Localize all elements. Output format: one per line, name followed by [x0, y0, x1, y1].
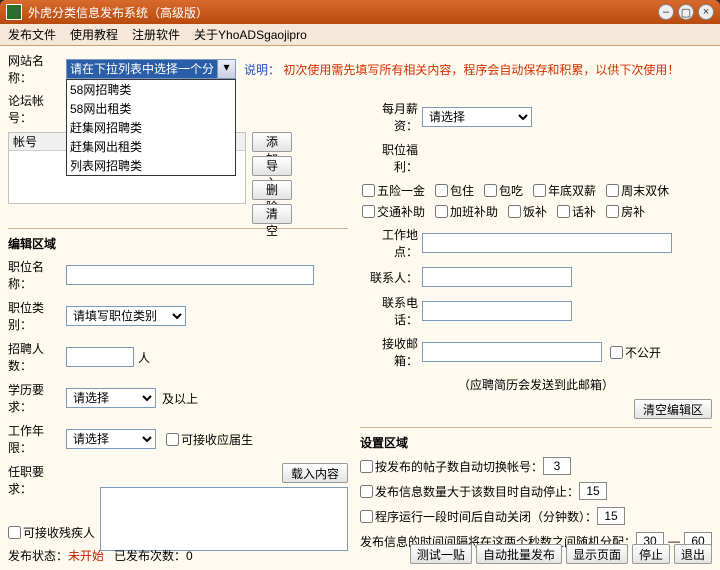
welfare-checkbox[interactable]	[362, 205, 375, 218]
dropdown-option[interactable]: 赶集网招聘类	[67, 118, 235, 137]
contact-input[interactable]	[422, 267, 572, 287]
dropdown-option[interactable]: 58网出租类	[67, 99, 235, 118]
showpage-button[interactable]: 显示页面	[566, 544, 628, 564]
settings-section-title: 设置区域	[360, 434, 712, 451]
contact-label: 联系人：	[360, 269, 422, 286]
stop-button[interactable]: 停止	[632, 544, 670, 564]
forum-label: 论坛帐号：	[8, 92, 66, 126]
title-bar: 外虎分类信息发布系统（高级版） – ▢ ×	[0, 0, 720, 24]
app-icon	[6, 4, 22, 20]
menu-about[interactable]: 关于YhoADSgaojipro	[194, 26, 307, 43]
dropdown-option[interactable]: 列表网招聘类	[67, 156, 235, 175]
minimize-button[interactable]: –	[658, 4, 674, 20]
salary-label: 每月薪资：	[360, 100, 422, 134]
welfare-group: 五险一金包住包吃年底双薪周末双休交通补助加班补助饭补话补房补	[360, 182, 712, 220]
welfare-checkbox[interactable]	[362, 184, 375, 197]
location-label: 工作地点：	[360, 226, 422, 260]
req-label: 任职要求：	[8, 463, 66, 497]
salary-select[interactable]: 请选择	[422, 107, 532, 127]
hirenum-input[interactable]	[66, 347, 134, 367]
email-label: 接收邮箱：	[360, 335, 422, 369]
setting3-value[interactable]: 15	[597, 507, 625, 525]
location-input[interactable]	[422, 233, 672, 253]
setting2-value[interactable]: 15	[579, 482, 607, 500]
welfare-checkbox[interactable]	[508, 205, 521, 218]
welfare-checkbox[interactable]	[557, 205, 570, 218]
setting3-checkbox[interactable]	[360, 510, 373, 523]
exp-select[interactable]: 请选择	[66, 429, 156, 449]
setting1-value[interactable]: 3	[543, 457, 571, 475]
clear-edit-button[interactable]: 清空编辑区	[634, 399, 712, 419]
welfare-label: 职位福利：	[360, 141, 422, 175]
jobname-label: 职位名称：	[8, 258, 66, 292]
publish-count: 0	[186, 549, 193, 563]
add-button[interactable]: 添加	[252, 132, 292, 152]
edu-label: 学历要求：	[8, 381, 66, 415]
menu-tutorial[interactable]: 使用教程	[70, 26, 118, 43]
import-button[interactable]: 导入	[252, 156, 292, 176]
site-dropdown-list[interactable]: 58网招聘类58网出租类赶集网招聘类赶集网出租类列表网招聘类	[66, 79, 236, 176]
close-button[interactable]: ×	[698, 4, 714, 20]
email-private-checkbox[interactable]	[610, 346, 623, 359]
dropdown-option[interactable]: 赶集网出租类	[67, 137, 235, 156]
batch-button[interactable]: 自动批量发布	[476, 544, 562, 564]
disabled-checkbox[interactable]	[8, 526, 21, 539]
clear-button[interactable]: 清空	[252, 204, 292, 224]
welfare-checkbox[interactable]	[435, 184, 448, 197]
exit-button[interactable]: 退出	[674, 544, 712, 564]
site-label: 网站名称：	[8, 52, 66, 86]
menu-register[interactable]: 注册软件	[132, 26, 180, 43]
window-title: 外虎分类信息发布系统（高级版）	[28, 4, 654, 21]
edit-section-title: 编辑区域	[8, 235, 348, 252]
dropdown-option[interactable]: 58网招聘类	[67, 80, 235, 99]
delete-button[interactable]: 删除	[252, 180, 292, 200]
welfare-checkbox[interactable]	[533, 184, 546, 197]
welfare-checkbox[interactable]	[606, 184, 619, 197]
welfare-checkbox[interactable]	[484, 184, 497, 197]
exp-label: 工作年限：	[8, 422, 66, 456]
load-content-button[interactable]: 载入内容	[282, 463, 348, 483]
email-note: （应聘简历会发送到此邮箱）	[360, 376, 712, 393]
jobcat-label: 职位类别：	[8, 299, 66, 333]
phone-input[interactable]	[422, 301, 572, 321]
hirenum-label: 招聘人数：	[8, 340, 66, 374]
jobcat-select[interactable]: 请填写职位类别	[66, 306, 186, 326]
maximize-button[interactable]: ▢	[678, 4, 694, 20]
chevron-down-icon: ▾	[217, 60, 235, 78]
site-dropdown-value: 请在下拉列表中选择一个分类	[67, 60, 217, 78]
edu-select[interactable]: 请选择	[66, 388, 156, 408]
menu-bar: 发布文件 使用教程 注册软件 关于YhoADSgaojipro	[0, 24, 720, 46]
site-dropdown[interactable]: 请在下拉列表中选择一个分类 ▾ 58网招聘类58网出租类赶集网招聘类赶集网出租类…	[66, 59, 236, 79]
email-input[interactable]	[422, 342, 602, 362]
usage-note: 说明： 初次使用需先填写所有相关内容，程序会自动保存和积累，以供下次使用！	[244, 61, 679, 78]
setting1-checkbox[interactable]	[360, 460, 373, 473]
test-button[interactable]: 测试一贴	[410, 544, 472, 564]
setting2-checkbox[interactable]	[360, 485, 373, 498]
welfare-checkbox[interactable]	[606, 205, 619, 218]
welfare-checkbox[interactable]	[435, 205, 448, 218]
phone-label: 联系电话：	[360, 294, 422, 328]
fresh-grad-checkbox[interactable]	[166, 433, 179, 446]
jobname-input[interactable]	[66, 265, 314, 285]
status-value: 未开始	[68, 549, 104, 563]
menu-file[interactable]: 发布文件	[8, 26, 56, 43]
